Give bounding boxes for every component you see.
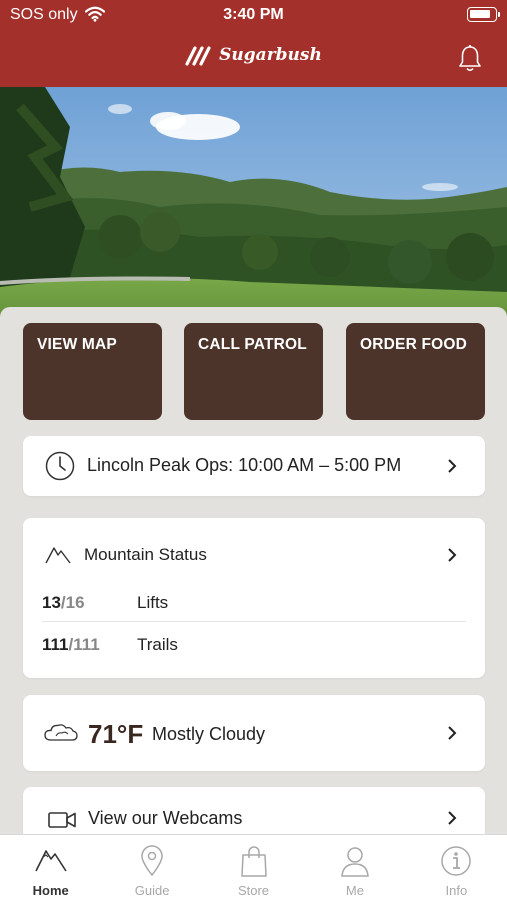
clock-time: 3:40 PM (223, 6, 284, 23)
hero-image (0, 87, 507, 327)
order-food-button[interactable]: ORDER FOOD (346, 323, 485, 420)
mountain-status-card[interactable]: Mountain Status 13/16 Lifts 111/111 Trai… (23, 518, 485, 678)
trails-count: 111/111 (42, 635, 100, 654)
mountain-icon (0, 845, 101, 873)
call-patrol-button[interactable]: CALL PATROL (184, 323, 323, 420)
chevron-right-icon (447, 725, 457, 746)
map-pin-icon (101, 845, 202, 877)
view-map-button[interactable]: VIEW MAP (23, 323, 162, 420)
webcams-text: View our Webcams (88, 808, 243, 828)
chevron-right-icon (447, 458, 457, 479)
app-header: Sugarbush (0, 30, 507, 87)
clock-icon (45, 451, 75, 486)
tab-info[interactable]: Info (406, 835, 507, 900)
webcams-card[interactable]: View our Webcams (23, 787, 485, 834)
lifts-row: 13/16 Lifts (42, 581, 466, 622)
shopping-bag-icon (203, 845, 304, 877)
bell-icon[interactable] (457, 44, 483, 77)
logo-swoosh-icon (185, 46, 211, 66)
mountain-status-title: Mountain Status (84, 545, 207, 564)
logo-text: Sugarbush (219, 45, 322, 65)
tab-store[interactable]: Store (203, 835, 304, 900)
lifts-label: Lifts (137, 593, 169, 612)
weather-card[interactable]: 71°F Mostly Cloudy (23, 695, 485, 771)
ops-hours-card[interactable]: Lincoln Peak Ops: 10:00 AM – 5:00 PM (23, 436, 485, 496)
tab-guide-label: Guide (134, 883, 170, 898)
chevron-right-icon (447, 547, 457, 568)
tab-home-label: Home (32, 883, 69, 898)
status-bar: SOS only 3:40 PM (0, 0, 507, 30)
tab-home[interactable]: Home (0, 835, 101, 900)
trails-row: 111/111 Trails (42, 623, 466, 664)
tab-guide[interactable]: Guide (101, 835, 202, 900)
tab-store-label: Store (237, 883, 270, 898)
weather-condition-text: Mostly Cloudy (152, 724, 266, 744)
cloud-icon (44, 722, 78, 747)
sugarbush-logo: Sugarbush (0, 44, 507, 66)
lifts-count: 13/16 (42, 593, 85, 612)
info-icon (406, 845, 507, 877)
trails-label: Trails (137, 635, 178, 654)
home-panel: VIEW MAP CALL PATROL ORDER FOOD Lincoln … (0, 307, 507, 834)
person-icon (304, 845, 405, 877)
tab-bar: Home Guide Store Me Info (0, 834, 507, 900)
battery-icon (467, 7, 500, 22)
tab-info-label: Info (445, 883, 468, 898)
temperature-text: 71°F (88, 719, 144, 749)
tab-me-label: Me (345, 883, 364, 898)
mountain-icon (45, 544, 71, 569)
ops-hours-text: Lincoln Peak Ops: 10:00 AM – 5:00 PM (87, 455, 402, 475)
chevron-right-icon (447, 810, 457, 831)
video-camera-icon (48, 810, 76, 834)
tab-me[interactable]: Me (304, 835, 405, 900)
